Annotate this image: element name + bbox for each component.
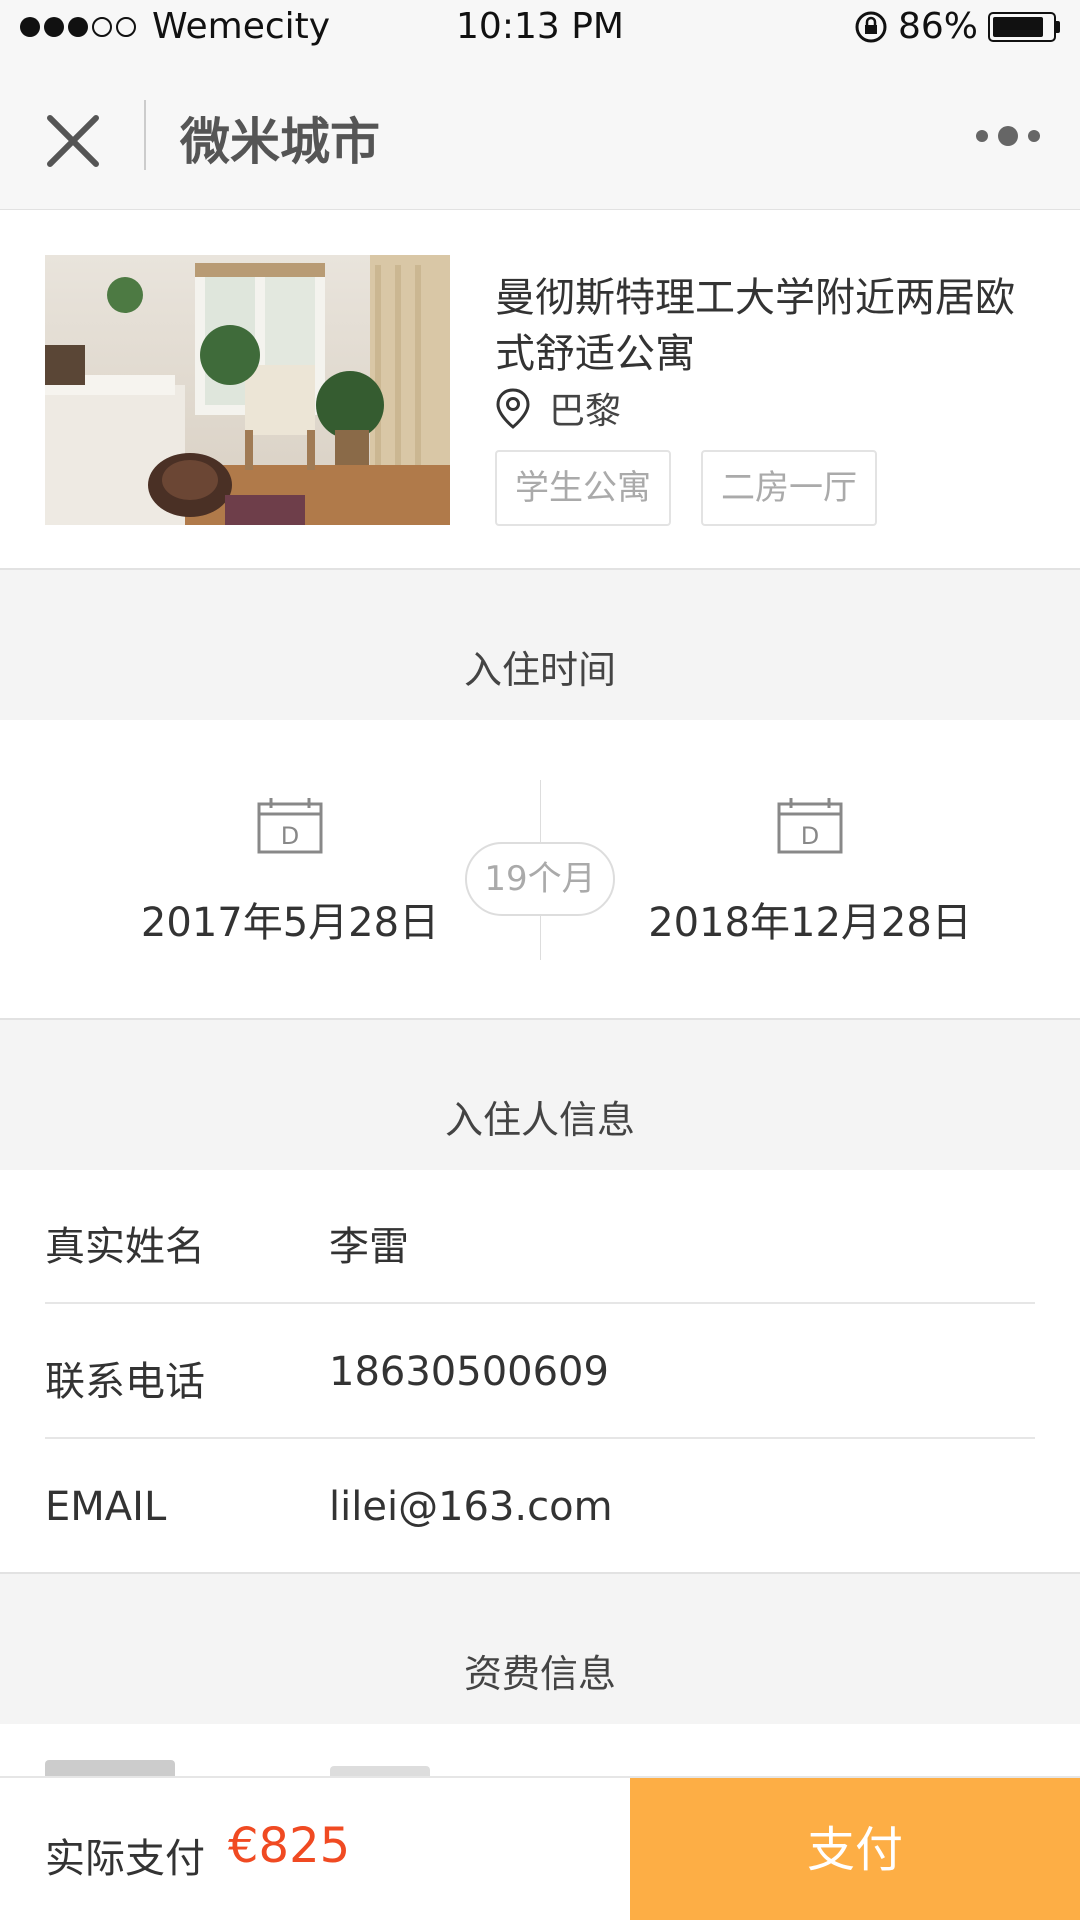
battery-icon (988, 11, 1060, 42)
battery-percent: 86% (897, 6, 978, 47)
page-title: 微米城市 (180, 113, 380, 171)
field-label: 真实姓名 (45, 1224, 205, 1270)
checkin-section-header: 入住时间 (0, 570, 1080, 720)
payment-bar: 实际支付 €825 支付 (0, 1776, 1080, 1920)
calendar-icon: D (777, 798, 843, 854)
navigation-bar: 微米城市 (0, 56, 1080, 210)
pay-label: 实际支付 (45, 1836, 205, 1882)
listing-card[interactable]: 曼彻斯特理工大学附近两居欧式舒适公寓 巴黎 学生公寓 二房一厅 (0, 210, 1080, 570)
pay-amount: €825 (228, 1818, 351, 1874)
end-date: 2018年12月28日 (648, 900, 972, 946)
fees-section-header: 资费信息 (0, 1574, 1080, 1724)
guest-info: 真实姓名 李雷 联系电话 18630500609 EMAIL lilei@163… (0, 1170, 1080, 1574)
rotation-lock-icon (855, 11, 887, 42)
calendar-icon: D (257, 798, 323, 854)
listing-title: 曼彻斯特理工大学附近两居欧式舒适公寓 (495, 275, 1015, 377)
pay-button[interactable]: 支付 (630, 1778, 1080, 1920)
end-date-picker[interactable]: D 2018年12月28日 (540, 720, 1080, 1020)
guest-section-header: 入住人信息 (0, 1020, 1080, 1170)
screen: Wemecity 10:13 PM 86% 微米城市 曼彻斯特理工大学附近两居欧… (0, 0, 1080, 1920)
email-field[interactable]: lilei@163.com (329, 1484, 613, 1530)
svg-text:D: D (281, 822, 299, 850)
listing-location: 巴黎 (495, 382, 621, 434)
checkin-dates[interactable]: D 2017年5月28日 D 2018年12月28日 19个月 (0, 720, 1080, 1020)
location-pin-icon (496, 388, 530, 429)
phone-field[interactable]: 18630500609 (329, 1349, 609, 1395)
fee-row-partial (0, 1724, 1080, 1784)
guest-row-phone[interactable]: 联系电话 18630500609 (45, 1305, 1035, 1439)
location-text: 巴黎 (549, 391, 622, 432)
field-label: EMAIL (45, 1484, 167, 1530)
status-bar: Wemecity 10:13 PM 86% (0, 0, 1080, 56)
duration-badge: 19个月 (465, 842, 615, 916)
nav-divider (144, 100, 146, 170)
close-icon[interactable] (40, 108, 106, 174)
field-label: 联系电话 (45, 1359, 205, 1405)
tag-room-layout: 二房一厅 (701, 450, 877, 526)
guest-row-email[interactable]: EMAIL lilei@163.com (45, 1440, 1035, 1574)
name-field[interactable]: 李雷 (329, 1214, 409, 1272)
more-icon[interactable] (966, 126, 1040, 146)
listing-tags: 学生公寓 二房一厅 (495, 450, 907, 526)
guest-row-name[interactable]: 真实姓名 李雷 (45, 1170, 1035, 1304)
status-right: 86% (854, 6, 1060, 47)
tag-student-apartment: 学生公寓 (495, 450, 671, 526)
svg-text:D: D (801, 822, 819, 850)
listing-photo (45, 255, 450, 525)
